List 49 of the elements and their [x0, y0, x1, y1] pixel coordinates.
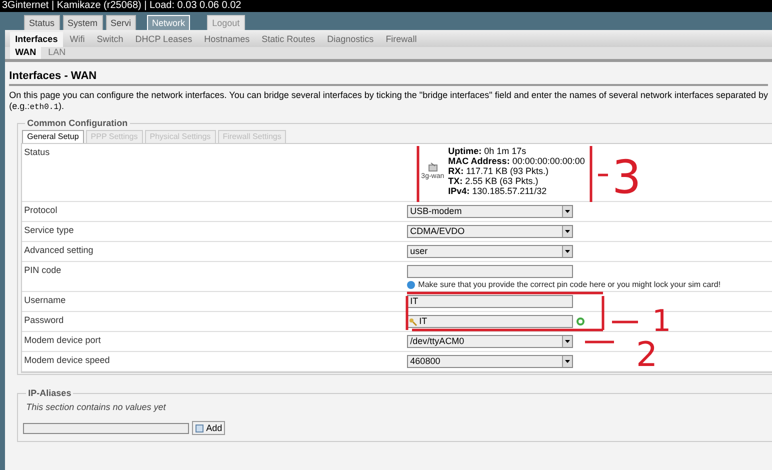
submenu-tab[interactable]: Switch — [92, 32, 128, 47]
dropdown[interactable]: USB-modem — [407, 205, 574, 218]
submenu-tab[interactable]: DHCP Leases — [130, 32, 198, 47]
field-label: Username — [24, 295, 67, 306]
field-label: Modem device speed — [24, 355, 111, 366]
menu-tab[interactable]: System — [62, 15, 103, 30]
submenu-tab[interactable]: Firewall — [380, 32, 422, 47]
key-icon — [409, 318, 418, 326]
dropdown[interactable]: /dev/ttyACM0 — [407, 335, 574, 348]
submenu-tab[interactable]: Hostnames — [199, 32, 255, 47]
network-icon — [428, 162, 438, 172]
field-label: PIN code — [24, 265, 62, 276]
hint-text: Make sure that you provide the correct pin code here or you might lock your sim card! — [418, 280, 721, 290]
info-icon — [407, 281, 416, 289]
field-label: Service type — [24, 225, 75, 236]
input-field[interactable] — [23, 422, 190, 434]
submenu-tab[interactable]: Interfaces — [10, 32, 63, 47]
section-legend: IP-Aliases — [26, 388, 74, 398]
status-line: IPv4: 130.185.57.211/32 — [448, 186, 548, 196]
field-label: Status — [24, 147, 51, 158]
input-field[interactable] — [407, 265, 574, 278]
menu-tab[interactable]: Status — [24, 15, 60, 30]
status-line: TX: 2.55 KB (63 Pkts.) — [448, 176, 540, 186]
submenu-tab[interactable]: Wifi — [64, 32, 90, 47]
submenu-tab[interactable]: Static Routes — [256, 32, 320, 47]
dropdown[interactable]: user — [407, 245, 574, 258]
submenu-tab[interactable]: Diagnostics — [322, 32, 379, 47]
interface-tab[interactable]: WAN — [10, 46, 42, 59]
add-button[interactable]: Add — [192, 421, 226, 435]
empty-section-text: This section contains no values yet — [26, 402, 166, 412]
section-tab[interactable]: General Setup — [22, 130, 84, 143]
field-label: Modem device port — [24, 335, 102, 346]
field-label: Password — [24, 315, 65, 326]
dropdown[interactable]: 460800 — [407, 355, 574, 368]
description-text: On this page you can configure the network interfaces. You can bridge several interfaces by ticking the "bridge interfaces" field and enter the names of several network interfaces separated by — [9, 90, 768, 101]
status-line: Uptime: 0h 1m 17s — [448, 146, 528, 156]
dropdown[interactable]: CDMA/EVDO — [407, 225, 574, 238]
status-line: MAC Address: 00:00:00:00:00:00 — [448, 156, 585, 166]
password-field[interactable]: IT — [407, 315, 574, 328]
menu-tab[interactable]: Servi — [106, 15, 136, 30]
status-line: RX: 117.71 KB (93 Pkts.) — [448, 166, 550, 176]
field-label: Protocol — [24, 205, 58, 216]
input-field[interactable]: IT — [407, 295, 574, 308]
title-bar: 3Ginternet | Kamikaze (r25068) | Load: 0.03 0.06 0.02 — [0, 0, 772, 12]
document-icon — [195, 424, 204, 432]
annotation-number: 3 — [612, 150, 642, 204]
section-legend: Common Configuration — [25, 118, 130, 128]
field-label: Advanced setting — [24, 245, 94, 256]
page-heading: Interfaces - WAN — [9, 70, 97, 82]
